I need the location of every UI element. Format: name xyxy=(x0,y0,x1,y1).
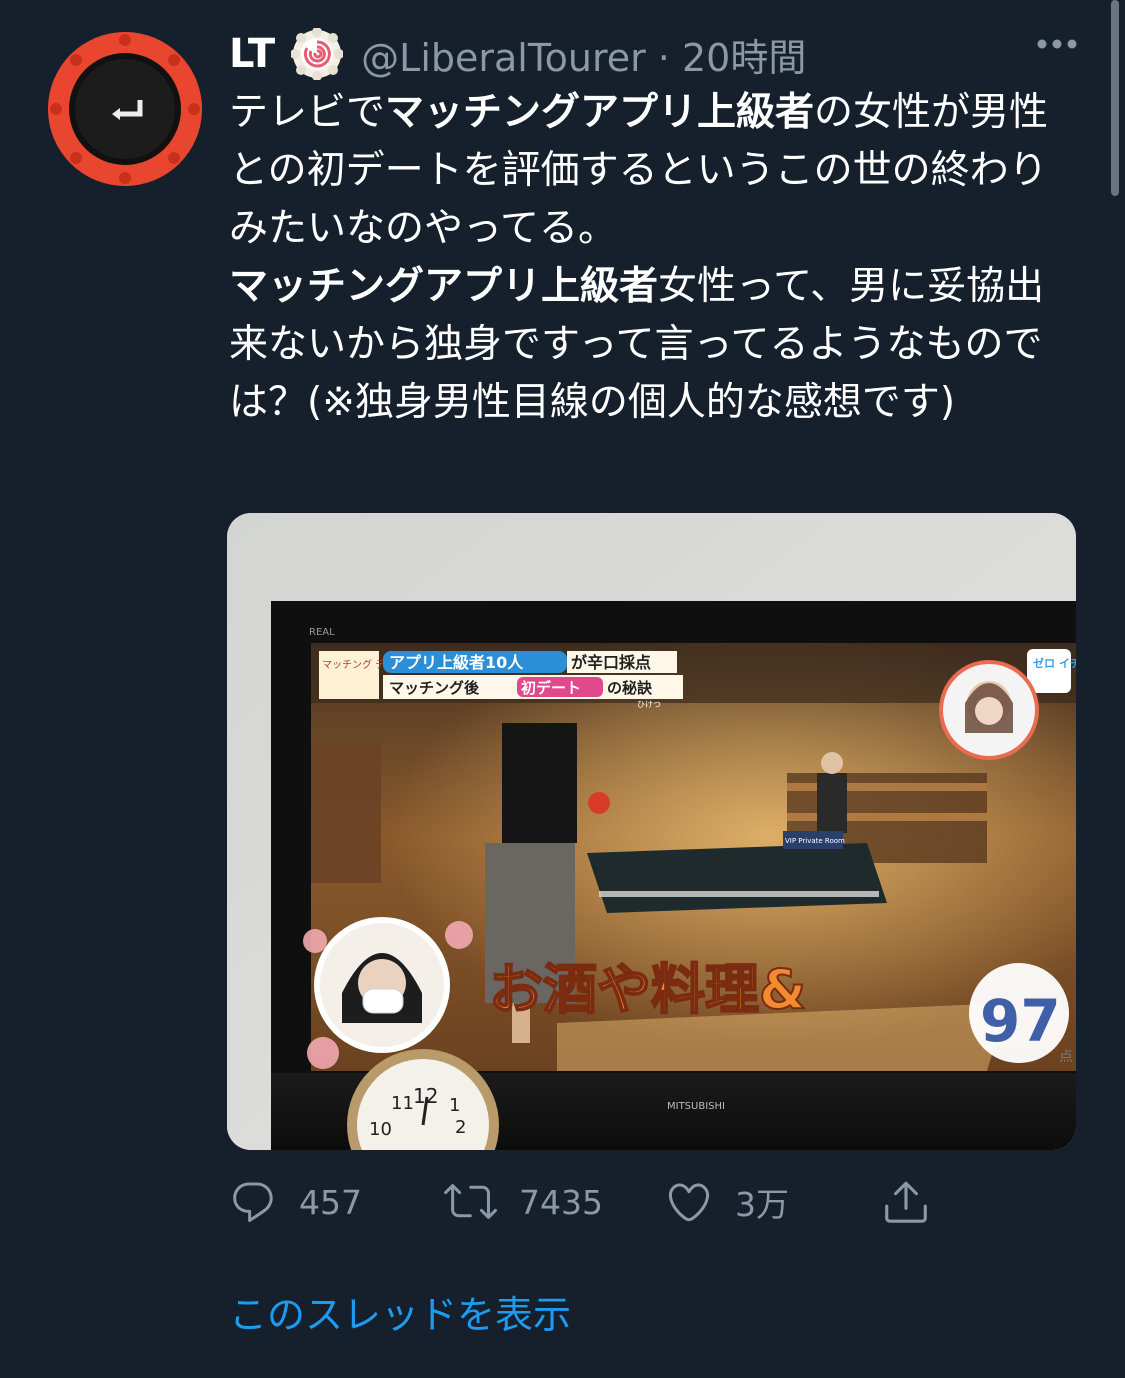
share-icon xyxy=(885,1181,927,1223)
retweet-button[interactable]: 7435 xyxy=(443,1170,603,1234)
caption-ruby: ひけつ xyxy=(637,700,661,709)
retweet-icon xyxy=(444,1184,497,1219)
tv-brand-bottom: MITSUBISHI xyxy=(667,1101,725,1112)
retweet-count: 7435 xyxy=(519,1182,603,1222)
tweet-text-bold: マッチングアプリ上級者 xyxy=(385,90,815,135)
avatar[interactable] xyxy=(48,32,202,186)
more-icon[interactable] xyxy=(1035,36,1079,52)
clock-numeral: 11 xyxy=(391,1093,414,1114)
like-count: 3万 xyxy=(735,1185,789,1224)
avatar-enter-key-icon xyxy=(48,32,202,186)
show-thread-link[interactable]: このスレッドを表示 xyxy=(229,1284,571,1339)
tweet-text: テレビでマッチングアプリ上級者の女性が男性との初デートを評価するというこの世の終… xyxy=(229,84,1079,432)
reply-count: 457 xyxy=(299,1182,362,1222)
tweet-header: LT @LiberalTourer · 20時間 xyxy=(229,26,1085,82)
like-icon xyxy=(668,1183,710,1222)
tweet-paragraph-1: テレビでマッチングアプリ上級者の女性が男性との初デートを評価するというこの世の終… xyxy=(229,84,1079,258)
verified-like-badge-icon xyxy=(291,28,344,80)
tweet-text-segment: テレビで xyxy=(229,90,386,135)
tv-brand-top: REAL xyxy=(309,627,335,638)
tweet-actions: 457 7435 3万 xyxy=(229,1170,949,1234)
tweet-media-photo[interactable]: REAL MITSUBISHI マッチング テスト アプリ上級者10人 が辛口採… xyxy=(227,513,1076,1150)
handle-and-time[interactable]: @LiberalTourer · 20時間 xyxy=(361,27,806,82)
clock-numeral: 1 xyxy=(449,1095,460,1116)
caption-line2-highlight: 初デート xyxy=(521,679,581,697)
reply-icon xyxy=(233,1182,273,1222)
scrollbar[interactable] xyxy=(1111,0,1119,196)
tweet-paragraph-2: マッチングアプリ上級者女性って、男に妥協出来ないから独身ですって言ってるようなも… xyxy=(229,258,1079,432)
share-button[interactable] xyxy=(881,1170,931,1234)
overlay-text: お酒や料理& xyxy=(489,958,806,1021)
caption-line2-b: の秘訣 xyxy=(607,679,653,697)
score: 97 xyxy=(980,987,1061,1055)
clock-numeral: 2 xyxy=(455,1117,466,1138)
reply-button[interactable]: 457 xyxy=(229,1170,362,1234)
caption-line1-highlight: アプリ上級者10人 xyxy=(389,653,524,672)
like-button[interactable]: 3万 xyxy=(665,1170,789,1234)
venue-sign: VIP Private Room xyxy=(785,837,845,845)
corner-logo: ゼロ イチ xyxy=(1033,656,1076,670)
caption-line2-a: マッチング後 xyxy=(389,679,480,697)
tv-photo: REAL MITSUBISHI マッチング テスト アプリ上級者10人 が辛口採… xyxy=(227,513,1076,1150)
caption-line1-rest: が辛口採点 xyxy=(571,653,651,672)
clock-numeral: 10 xyxy=(369,1119,392,1140)
author-name[interactable]: LT xyxy=(229,31,275,77)
tweet-text-bold: マッチングアプリ上級者 xyxy=(229,264,659,309)
score-unit: 点 xyxy=(1059,1049,1073,1065)
